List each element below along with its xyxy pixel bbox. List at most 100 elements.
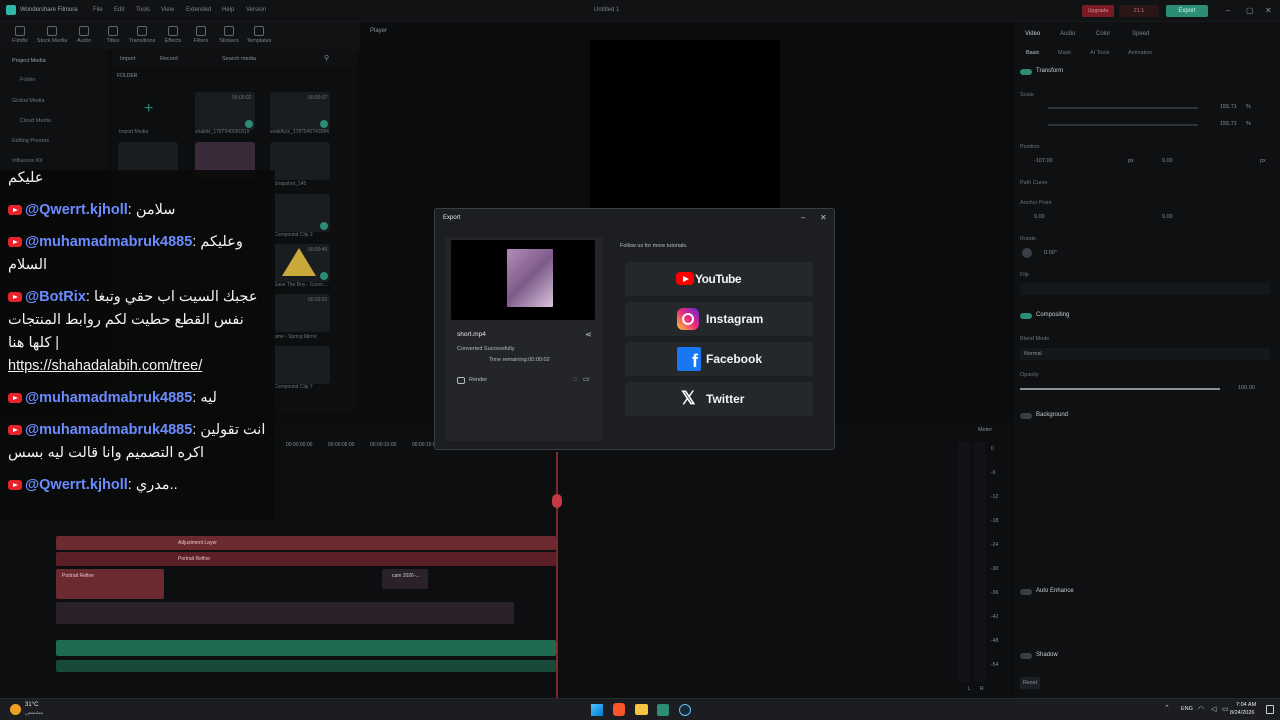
nav-influence-kit[interactable]: Influence Kit xyxy=(12,158,42,164)
menu-help[interactable]: Help xyxy=(222,7,234,13)
tool-templates[interactable]: Templates xyxy=(243,26,275,44)
subtab-ai-tools[interactable]: AI Tools xyxy=(1090,50,1109,56)
media-thumb[interactable] xyxy=(270,194,330,232)
tab-speed[interactable]: Speed xyxy=(1132,31,1149,37)
facebook-button[interactable]: f Facebook xyxy=(625,342,813,376)
media-thumb[interactable] xyxy=(270,142,330,180)
audio-track-1[interactable] xyxy=(56,640,556,656)
playhead-handle[interactable] xyxy=(552,494,562,508)
nav-global-media[interactable]: Global Media xyxy=(12,98,44,104)
export-button[interactable]: Export xyxy=(1166,5,1208,17)
search-input[interactable]: Search media xyxy=(222,56,256,62)
twitter-button[interactable]: 𝕏 Twitter xyxy=(625,382,813,416)
subtab-mask[interactable]: Mask xyxy=(1058,50,1071,56)
video-track[interactable] xyxy=(56,602,514,624)
media-thumb[interactable] xyxy=(270,346,330,384)
nav-folder[interactable]: Folder xyxy=(20,77,36,83)
import-button[interactable]: Import xyxy=(120,56,136,62)
anchor-x-value[interactable]: 0.00 xyxy=(1034,214,1045,220)
portrait-clip[interactable]: Portrait Refine xyxy=(56,569,164,599)
menu-extended[interactable]: Extended xyxy=(186,7,211,13)
meter-dropdown[interactable]: Meter xyxy=(978,427,992,433)
rotate-dial[interactable] xyxy=(1022,248,1032,258)
rotate-value[interactable]: 0.00° xyxy=(1044,250,1057,256)
nav-project-media[interactable]: Project Media xyxy=(12,58,46,64)
menu-file[interactable]: File xyxy=(93,7,103,13)
cam-clip[interactable]: cam 2026-... xyxy=(382,569,428,589)
blend-mode-select[interactable]: Normal xyxy=(1020,348,1270,360)
minimize-icon[interactable]: – xyxy=(801,213,805,222)
anchor-y-value[interactable]: 0.00 xyxy=(1162,214,1173,220)
menu-edit[interactable]: Edit xyxy=(114,7,124,13)
wifi-icon[interactable]: ◠ xyxy=(1198,705,1204,713)
battery-icon[interactable]: ▭ xyxy=(1222,705,1229,713)
close-icon[interactable]: ✕ xyxy=(820,213,827,222)
tool-stickers[interactable]: Stickers xyxy=(213,26,245,44)
tab-color[interactable]: Color xyxy=(1096,31,1110,37)
tool-audio[interactable]: Audio xyxy=(68,26,100,44)
opacity-label: Opacity xyxy=(1020,372,1039,378)
scale-x-slider[interactable] xyxy=(1048,107,1198,109)
flip-buttons[interactable] xyxy=(1020,283,1270,295)
shadow-toggle[interactable] xyxy=(1020,653,1032,659)
position-x-value[interactable]: -107.00 xyxy=(1034,158,1053,164)
language-indicator[interactable]: ENG xyxy=(1181,706,1193,712)
steam-icon[interactable] xyxy=(679,704,691,716)
menu-tools[interactable]: Tools xyxy=(136,7,150,13)
refresh-icon[interactable]: ◌ xyxy=(573,376,577,383)
youtube-button[interactable]: YouTube xyxy=(625,262,813,296)
nav-cloud-media[interactable]: Cloud Media xyxy=(20,118,51,124)
export-status: Converted Successfully xyxy=(457,346,515,352)
playhead[interactable] xyxy=(556,452,558,698)
transform-toggle[interactable] xyxy=(1020,69,1032,75)
scale-y-slider[interactable] xyxy=(1048,124,1198,126)
compositing-toggle[interactable] xyxy=(1020,313,1032,319)
tool-filmfix[interactable]: Filmfix xyxy=(4,26,36,44)
nav-editing-presets[interactable]: Editing Presets xyxy=(12,138,49,144)
subtab-basic[interactable]: Basic xyxy=(1026,50,1039,56)
import-media-tile[interactable]: + xyxy=(118,92,178,130)
auto-enhance-toggle[interactable] xyxy=(1020,589,1032,595)
folder-icon[interactable]: ▭ xyxy=(583,375,590,383)
filmora-taskbar-icon[interactable] xyxy=(657,704,669,716)
minimize-icon[interactable]: – xyxy=(1226,6,1230,15)
portrait-track[interactable]: Portrait Refine xyxy=(56,552,556,566)
scale-x-value[interactable]: 155.71 xyxy=(1220,104,1237,110)
menu-version[interactable]: Version xyxy=(246,7,266,13)
position-y-value[interactable]: 0.00 xyxy=(1162,158,1173,164)
close-icon[interactable]: ✕ xyxy=(1265,6,1272,15)
instagram-button[interactable]: Instagram xyxy=(625,302,813,336)
chevron-up-icon[interactable]: ⌃ xyxy=(1164,704,1170,712)
credits-badge[interactable]: 21:1 xyxy=(1119,5,1159,17)
tab-audio[interactable]: Audio xyxy=(1060,31,1075,37)
clock-time[interactable]: 7:04 AM xyxy=(1236,702,1256,708)
start-icon[interactable] xyxy=(591,704,603,716)
maximize-icon[interactable]: ▢ xyxy=(1246,6,1254,15)
filter-icon[interactable]: ⚲ xyxy=(324,54,329,62)
weather-temp[interactable]: 31°C xyxy=(25,702,38,708)
file-explorer-icon[interactable] xyxy=(635,704,648,715)
tool-transitions[interactable]: Transitions xyxy=(126,26,158,44)
record-button[interactable]: Record xyxy=(160,56,178,62)
chat-link[interactable]: https://shahadalabih.com/tree/ xyxy=(8,358,202,374)
anchor-label: Anchor Point xyxy=(1020,200,1052,206)
adjustment-track[interactable]: Adjustment Layer xyxy=(56,536,556,550)
upgrade-button[interactable]: Upgrade xyxy=(1082,5,1114,17)
speaker-icon[interactable]: ◁ xyxy=(1211,705,1216,713)
subtab-animation[interactable]: Animation xyxy=(1128,50,1152,56)
reset-button[interactable]: Reset xyxy=(1020,677,1040,689)
clock-date[interactable]: 8/24/2026 xyxy=(1230,710,1254,716)
opacity-value[interactable]: 100.00 xyxy=(1238,385,1255,391)
position-unit: px xyxy=(1128,158,1134,164)
tool-stock-media[interactable]: Stock Media xyxy=(36,26,68,44)
share-icon[interactable]: ⋖ xyxy=(585,330,592,339)
menu-view[interactable]: View xyxy=(161,7,174,13)
notification-icon[interactable] xyxy=(1266,705,1274,714)
tool-titles[interactable]: Titles xyxy=(97,26,129,44)
audio-track-2[interactable] xyxy=(56,660,556,672)
brave-icon[interactable] xyxy=(613,703,625,716)
tab-video[interactable]: Video xyxy=(1025,31,1040,37)
background-toggle[interactable] xyxy=(1020,413,1032,419)
opacity-slider[interactable] xyxy=(1020,388,1220,390)
scale-y-value[interactable]: 155.71 xyxy=(1220,121,1237,127)
